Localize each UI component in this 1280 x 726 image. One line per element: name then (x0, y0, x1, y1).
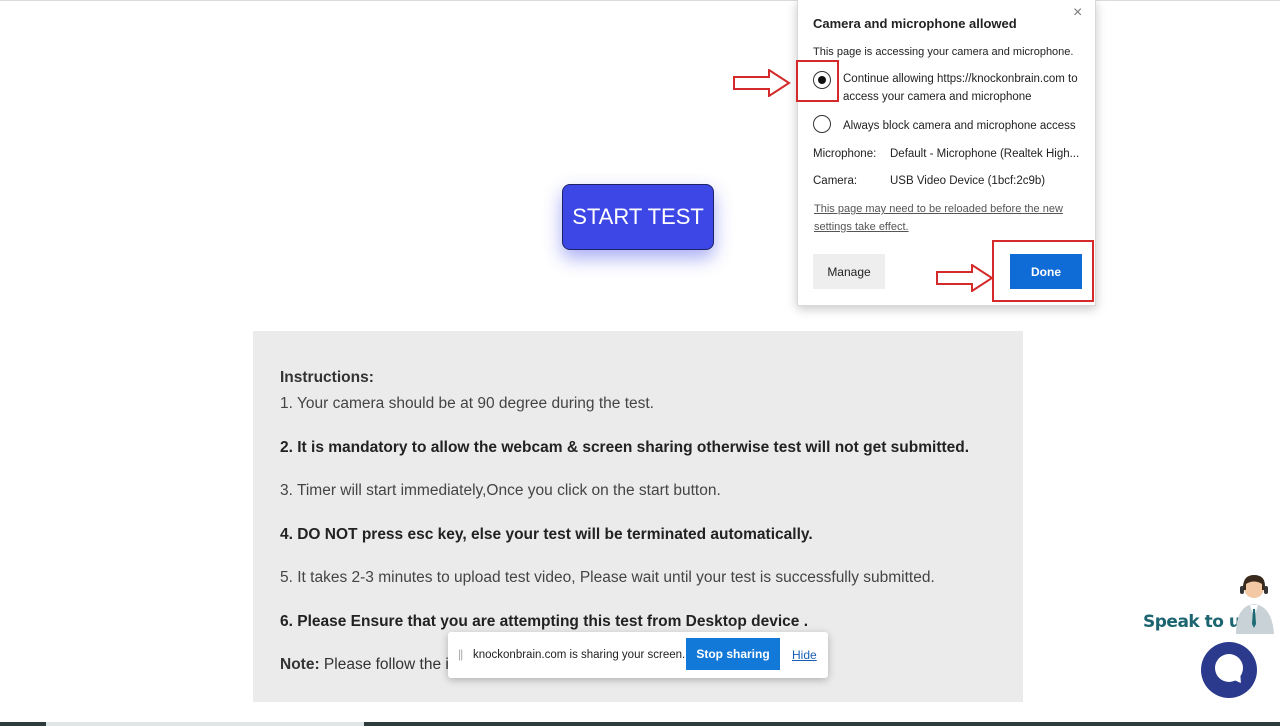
camera-select[interactable]: USB Video Device (1bcf:2c9b) (890, 175, 1045, 187)
screen-share-bar: || knockonbrain.com is sharing your scre… (448, 632, 828, 678)
microphone-select[interactable]: Default - Microphone (Realtek High... (890, 148, 1079, 160)
block-radio[interactable] (813, 115, 831, 133)
drag-handle-icon[interactable]: || (458, 647, 463, 661)
share-message: knockonbrain.com is sharing your screen. (473, 649, 686, 661)
taskbar-segment (46, 722, 364, 726)
manage-button[interactable]: Manage (813, 254, 885, 289)
instruction-6: 6. Please Ensure that you are attempting… (280, 612, 809, 630)
support-agent-icon[interactable] (1232, 572, 1278, 634)
highlight-box-radio (796, 60, 839, 102)
chat-bubble-icon[interactable] (1201, 642, 1257, 698)
instruction-4: 4. DO NOT press esc key, else your test … (280, 525, 813, 543)
instructions-heading: Instructions: (280, 369, 374, 386)
popup-description: This page is accessing your camera and m… (813, 46, 1074, 58)
arrow-icon-done (936, 264, 994, 292)
instruction-2: 2. It is mandatory to allow the webcam &… (280, 438, 970, 456)
camera-label: Camera: (813, 175, 858, 187)
arrow-icon-radio (733, 69, 791, 97)
instruction-5: 5. It takes 2-3 minutes to upload test v… (280, 569, 935, 586)
hide-link[interactable]: Hide (792, 648, 817, 662)
close-icon[interactable]: × (1073, 4, 1082, 22)
microphone-label: Microphone: (813, 148, 877, 160)
popup-title: Camera and microphone allowed (813, 16, 1017, 31)
start-test-button[interactable]: START TEST (562, 184, 714, 250)
note-text: Please follow the in (319, 656, 458, 673)
instruction-3: 3. Timer will start immediately,Once you… (280, 482, 721, 499)
stop-sharing-button[interactable]: Stop sharing (686, 638, 780, 670)
allow-option-label[interactable]: Continue allowing https://knockonbrain.c… (843, 70, 1088, 106)
note-label: Note: (280, 656, 320, 673)
instruction-1: 1. Your camera should be at 90 degree du… (280, 395, 654, 412)
reload-note-link[interactable]: This page may need to be reloaded before… (814, 200, 1084, 236)
block-option-label[interactable]: Always block camera and microphone acces… (843, 117, 1076, 135)
highlight-box-done (992, 240, 1094, 302)
